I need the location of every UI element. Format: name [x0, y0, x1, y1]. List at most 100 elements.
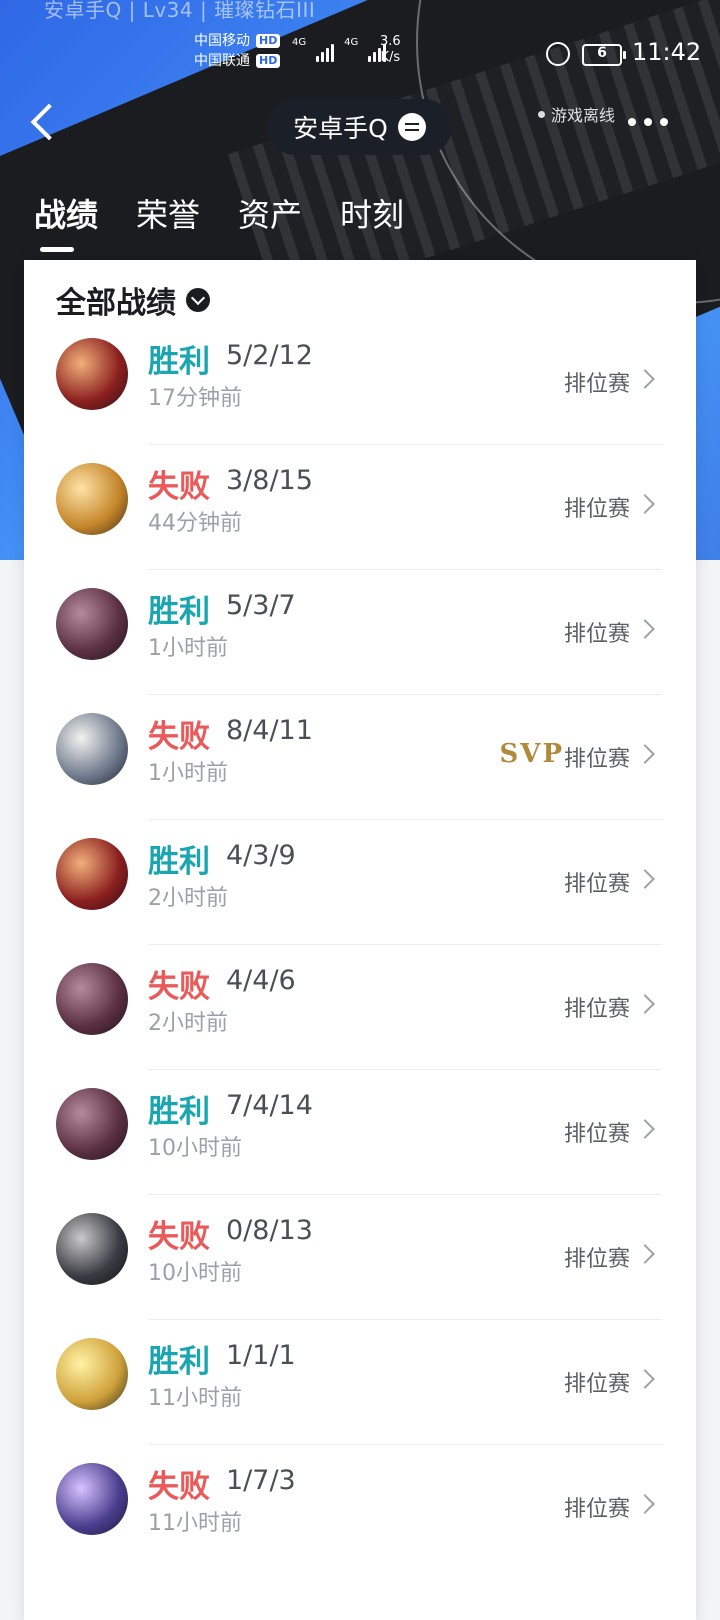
dropdown-chevron-icon [186, 288, 210, 312]
kda: 7/4/14 [226, 1090, 313, 1121]
match-result: 失败 [148, 969, 210, 1005]
chevron-right-icon [635, 619, 655, 639]
kda: 1/1/1 [226, 1340, 296, 1371]
match-result: 失败 [148, 719, 210, 755]
chevron-right-icon [635, 744, 655, 764]
match-mode: 排位赛 [563, 497, 630, 522]
match-mode: 排位赛 [563, 1372, 630, 1397]
match-record-row[interactable]: 胜利 5/3/7 1小时前 排位赛 [24, 570, 696, 695]
record-filter[interactable]: 全部战绩 [56, 278, 210, 322]
time-ago: 17分钟前 [148, 386, 242, 411]
more-dot-icon [660, 118, 668, 126]
chevron-right-icon [635, 994, 655, 1014]
chevron-right-icon [635, 494, 655, 514]
tab-moments[interactable]: 时刻 [340, 190, 404, 252]
kda: 4/4/6 [226, 965, 296, 996]
match-result: 胜利 [148, 594, 210, 630]
presence-status: 游戏离线 [538, 102, 615, 126]
match-result: 失败 [148, 469, 210, 505]
record-card: 全部战绩 胜利 5/2/12 17分钟前 排位赛 失败 3/8/15 44分钟前… [24, 260, 696, 1620]
account-title: 安卓手Q [293, 114, 388, 143]
chevron-right-icon [635, 1494, 655, 1514]
kda: 5/3/7 [226, 590, 296, 621]
match-record-row[interactable]: 失败 0/8/13 10小时前 排位赛 [24, 1195, 696, 1320]
match-result: 失败 [148, 1219, 210, 1255]
match-result: 胜利 [148, 344, 210, 380]
match-result: 失败 [148, 1469, 210, 1505]
match-mode: 排位赛 [563, 1247, 630, 1272]
hero-avatar [56, 588, 128, 660]
match-result: 胜利 [148, 1344, 210, 1380]
battery-level: 6 [597, 45, 607, 61]
match-mode: 排位赛 [563, 1122, 630, 1147]
more-options-button[interactable] [628, 118, 676, 130]
match-mode: 排位赛 [563, 622, 630, 647]
svp-badge: SVP [499, 739, 564, 769]
chevron-right-icon [635, 869, 655, 889]
time-ago: 2小时前 [148, 1011, 228, 1036]
match-record-row[interactable]: 失败 4/4/6 2小时前 排位赛 [24, 945, 696, 1070]
match-record-row[interactable]: 胜利 7/4/14 10小时前 排位赛 [24, 1070, 696, 1195]
account-switch-pill[interactable]: 安卓手Q [267, 99, 452, 155]
kda: 3/8/15 [226, 465, 313, 496]
match-record-row[interactable]: 胜利 1/1/1 11小时前 排位赛 [24, 1320, 696, 1445]
match-mode: 排位赛 [563, 872, 630, 897]
hero-avatar [56, 838, 128, 910]
match-record-row[interactable]: 失败 8/4/11 1小时前 SVP 排位赛 [24, 695, 696, 820]
hero-avatar [56, 463, 128, 535]
hero-avatar [56, 1463, 128, 1535]
swap-icon [397, 113, 426, 141]
more-dot-icon [644, 118, 652, 126]
kda: 4/3/9 [226, 840, 296, 871]
match-mode: 排位赛 [563, 372, 630, 397]
hero-avatar [56, 713, 128, 785]
time-ago: 10小时前 [148, 1261, 242, 1286]
time-ago: 1小时前 [148, 636, 228, 661]
network-speed-unit: K/s [380, 50, 401, 65]
match-record-row[interactable]: 失败 3/8/15 44分钟前 排位赛 [24, 445, 696, 570]
hd-badge-1: HD [256, 34, 281, 48]
carrier-2: 中国联通 [194, 53, 250, 69]
tab-record[interactable]: 战绩 [34, 190, 98, 252]
hero-avatar [56, 963, 128, 1035]
match-result: 胜利 [148, 844, 210, 880]
signal-strength-1-icon [316, 44, 335, 62]
hero-avatar [56, 1213, 128, 1285]
kda: 0/8/13 [226, 1215, 313, 1246]
kda: 5/2/12 [226, 340, 313, 371]
match-record-row[interactable]: 胜利 4/3/9 2小时前 排位赛 [24, 820, 696, 945]
more-dot-icon [628, 118, 636, 126]
hd-badge-2: HD [256, 54, 281, 68]
alarm-icon [546, 42, 570, 66]
kda: 8/4/11 [226, 715, 313, 746]
presence-text: 游戏离线 [551, 106, 616, 125]
top-app-bar: 安卓手Q 游戏离线 [0, 90, 720, 160]
section-title: 全部战绩 [56, 286, 176, 321]
clock-time: 11:42 [632, 38, 702, 66]
time-ago: 11小时前 [148, 1386, 242, 1411]
net-label-2: 4G [344, 37, 359, 48]
signal-icons: 4G 4G [292, 37, 387, 62]
chevron-right-icon [635, 1119, 655, 1139]
time-ago: 1小时前 [148, 761, 228, 786]
battery-icon: 6 [582, 44, 626, 66]
match-result: 胜利 [148, 1094, 210, 1130]
status-bar: 中国移动 HD 中国联通 HD 4G 4G 3.6 K/s 6 11:42 [0, 0, 720, 80]
chevron-right-icon [635, 369, 655, 389]
match-record-row[interactable]: 失败 1/7/3 11小时前 排位赛 [24, 1445, 696, 1570]
tab-bar: 战绩 荣誉 资产 时刻 [34, 190, 404, 252]
hero-avatar [56, 338, 128, 410]
chevron-right-icon [635, 1244, 655, 1264]
network-speed: 3.6 K/s [380, 34, 401, 66]
match-record-list: 胜利 5/2/12 17分钟前 排位赛 失败 3/8/15 44分钟前 排位赛 … [24, 320, 696, 1570]
kda: 1/7/3 [226, 1465, 296, 1496]
tab-assets[interactable]: 资产 [238, 190, 302, 252]
hero-avatar [56, 1088, 128, 1160]
tab-honor[interactable]: 荣誉 [136, 190, 200, 252]
match-mode: 排位赛 [563, 997, 630, 1022]
hero-avatar [56, 1338, 128, 1410]
match-mode: 排位赛 [563, 1497, 630, 1522]
match-record-row[interactable]: 胜利 5/2/12 17分钟前 排位赛 [24, 320, 696, 445]
back-button[interactable] [26, 104, 62, 140]
time-ago: 11小时前 [148, 1511, 242, 1536]
